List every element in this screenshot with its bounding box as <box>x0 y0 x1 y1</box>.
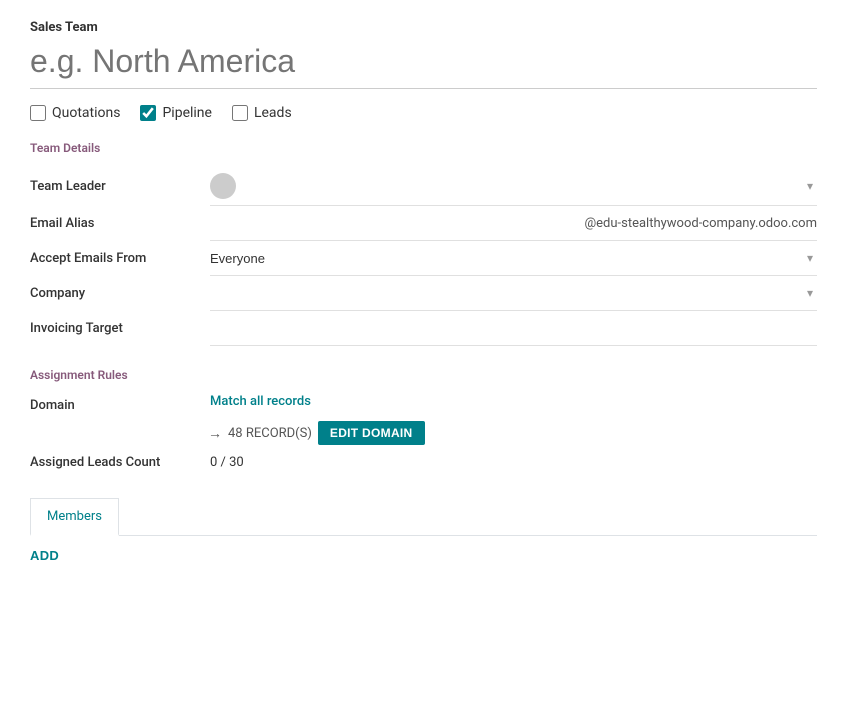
email-alias-suffix: @edu-stealthywood-company.odoo.com <box>584 216 817 231</box>
chevron-down-icon: ▾ <box>807 179 813 193</box>
invoicing-target-field[interactable] <box>210 311 817 346</box>
checkboxes-row: Quotations Pipeline Leads <box>30 105 817 121</box>
assignment-rules-header: Assignment Rules <box>30 368 817 382</box>
pipeline-checkbox[interactable] <box>140 105 156 121</box>
accept-emails-from-field[interactable]: Everyone Partners Authenticated Users ▾ <box>210 241 817 276</box>
arrow-right-icon: → <box>208 425 222 442</box>
tabs-bar: Members <box>30 498 817 536</box>
team-details-form: Team Leader ▾ Email Alias @edu-stealthyw… <box>30 167 817 346</box>
domain-all-records: all records <box>250 394 311 409</box>
company-label: Company <box>30 276 210 311</box>
tab-members[interactable]: Members <box>30 498 119 536</box>
accept-emails-from-select[interactable]: Everyone Partners Authenticated Users <box>210 251 817 266</box>
team-details-header: Team Details <box>30 141 817 155</box>
chevron-down-icon-company: ▾ <box>807 286 813 300</box>
domain-match-text: Match all records <box>210 394 817 409</box>
domain-content: Match all records <box>210 394 817 409</box>
assigned-leads-label: Assigned Leads Count <box>30 455 210 470</box>
edit-domain-button[interactable]: EDIT DOMAIN <box>318 421 425 445</box>
add-button[interactable]: ADD <box>30 536 59 575</box>
accept-emails-from-label: Accept Emails From <box>30 241 210 276</box>
invoicing-target-label: Invoicing Target <box>30 311 210 346</box>
leads-checkbox-item[interactable]: Leads <box>232 105 292 121</box>
quotations-checkbox[interactable] <box>30 105 46 121</box>
chevron-down-icon-accept: ▾ <box>807 251 813 265</box>
email-alias-label: Email Alias <box>30 206 210 241</box>
avatar <box>210 173 236 199</box>
pipeline-checkbox-item[interactable]: Pipeline <box>140 105 212 121</box>
domain-row: Domain Match all records <box>30 394 817 413</box>
team-leader-input[interactable] <box>242 179 817 194</box>
quotations-checkbox-item[interactable]: Quotations <box>30 105 120 121</box>
team-leader-label: Team Leader <box>30 169 210 204</box>
sales-team-label: Sales Team <box>30 20 817 35</box>
records-count: 48 RECORD(S) <box>228 426 312 441</box>
domain-label: Domain <box>30 394 210 413</box>
leads-label: Leads <box>254 105 292 121</box>
leads-checkbox[interactable] <box>232 105 248 121</box>
assigned-leads-row: Assigned Leads Count 0 / 30 <box>30 455 817 470</box>
pipeline-label: Pipeline <box>162 105 212 121</box>
assigned-leads-value: 0 / 30 <box>210 455 244 470</box>
quotations-label: Quotations <box>52 105 120 121</box>
records-row: → 48 RECORD(S) EDIT DOMAIN <box>208 421 817 445</box>
company-input[interactable] <box>210 286 817 301</box>
company-field[interactable]: ▾ <box>210 276 817 311</box>
page: Sales Team Quotations Pipeline Leads Tea… <box>0 0 847 705</box>
invoicing-target-input[interactable] <box>210 321 817 336</box>
team-leader-field[interactable]: ▾ <box>210 167 817 206</box>
domain-match-keyword: Match <box>210 394 247 409</box>
email-alias-prefix-input[interactable] <box>210 216 578 231</box>
team-name-input[interactable] <box>30 39 817 89</box>
email-alias-field[interactable]: @edu-stealthywood-company.odoo.com <box>210 206 817 241</box>
